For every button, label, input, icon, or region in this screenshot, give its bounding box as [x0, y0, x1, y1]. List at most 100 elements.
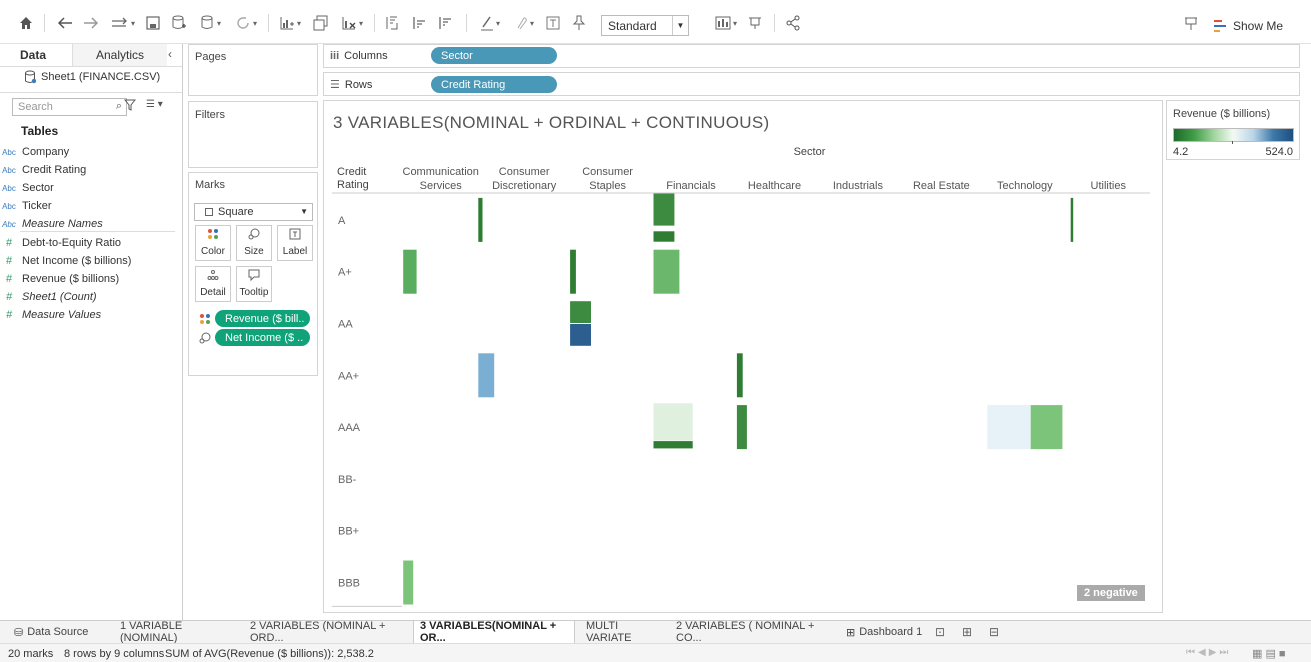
rows-shelf[interactable]: ☰ Rows Credit Rating: [323, 72, 1300, 96]
field-item[interactable]: # Measure Values: [6, 307, 101, 323]
show-labels-icon[interactable]: [542, 12, 564, 34]
field-item[interactable]: # Debt-to-Equity Ratio: [6, 235, 121, 251]
heatmap-mark[interactable]: [1070, 197, 1074, 242]
save-icon[interactable]: [142, 12, 164, 34]
sheet-tab-label: 3 VARIABLES(NOMINAL + OR...: [420, 620, 557, 644]
field-item[interactable]: Abc Measure Names: [2, 216, 103, 232]
sheet-navigation-icons[interactable]: ⏮◀▶⏭: [1186, 647, 1231, 658]
filter-fields-icon[interactable]: [123, 99, 137, 114]
swap-icon[interactable]: ▾: [108, 12, 138, 34]
legend-min: 4.2: [1173, 146, 1189, 158]
heatmap-mark[interactable]: [478, 197, 483, 242]
badge-label: 2 negative: [1084, 587, 1138, 599]
group-members-icon[interactable]: ▾: [508, 12, 540, 34]
sheet-tab[interactable]: ⛁ Data Source: [8, 621, 108, 643]
status-bar: 20 marks 8 rows by 9 columns SUM of AVG(…: [0, 643, 1311, 662]
new-worksheet-icon[interactable]: ⊡: [935, 621, 955, 643]
collapse-pane-icon[interactable]: ‹: [168, 47, 172, 61]
heatmap-mark[interactable]: [570, 301, 591, 323]
field-item[interactable]: # Sheet1 (Count): [6, 289, 97, 305]
net-income-size-pill[interactable]: Net Income ($ ..: [215, 329, 310, 346]
new-dashboard-icon[interactable]: ⊞: [962, 621, 982, 643]
heatmap-mark[interactable]: [653, 441, 693, 449]
heatmap-mark[interactable]: [653, 403, 693, 441]
heatmap-mark[interactable]: [570, 249, 576, 294]
color-encoding-icon: [199, 313, 211, 328]
tab-data[interactable]: Data: [20, 44, 46, 66]
sort-descending-icon[interactable]: [434, 12, 456, 34]
view-mode-icons[interactable]: ▦ ▤ ■: [1252, 647, 1286, 660]
heatmap-mark[interactable]: [736, 353, 743, 398]
heatmap-mark[interactable]: [478, 353, 495, 398]
detail-button[interactable]: Detail: [195, 266, 231, 302]
label-button[interactable]: Label: [277, 225, 313, 261]
heatmap-mark[interactable]: [403, 249, 417, 294]
field-item[interactable]: # Net Income ($ billions): [6, 253, 132, 269]
color-icon: [207, 228, 219, 243]
field-item[interactable]: Abc Credit Rating: [2, 162, 86, 178]
sheet-tab[interactable]: ⊞ Dashboard 1: [840, 621, 924, 643]
sheet-tab[interactable]: 2 VARIABLES ( NOMINAL + CO...: [670, 620, 834, 644]
revenue-color-pill[interactable]: Revenue ($ bill..: [215, 310, 310, 327]
tooltip-label: Tooltip: [239, 287, 269, 298]
sector-pill[interactable]: Sector: [431, 47, 557, 64]
heatmap-mark[interactable]: [653, 193, 675, 226]
sheet-tab[interactable]: 2 VARIABLES (NOMINAL + ORD...: [244, 620, 408, 644]
negative-indicator-badge[interactable]: 2 negative: [1077, 585, 1145, 601]
new-story-icon[interactable]: ⊟: [989, 621, 1009, 643]
show-me-button[interactable]: Show Me: [1214, 16, 1283, 36]
heatmap-mark[interactable]: [403, 560, 414, 605]
new-worksheet-icon[interactable]: ▾: [274, 12, 306, 34]
datasource-item[interactable]: Sheet1 (FINANCE.CSV): [24, 70, 160, 84]
size-button[interactable]: Size: [236, 225, 272, 261]
heatmap-mark[interactable]: [736, 405, 747, 450]
refresh-icon[interactable]: ▾: [230, 12, 262, 34]
field-item[interactable]: # Revenue ($ billions): [6, 271, 119, 287]
color-button[interactable]: Color: [195, 225, 231, 261]
field-item[interactable]: Abc Sector: [2, 180, 54, 196]
field-name: Company: [22, 146, 70, 158]
sheet-tab[interactable]: 3 VARIABLES(NOMINAL + OR...: [413, 620, 575, 644]
sheet-tab[interactable]: MULTI VARIATE: [580, 620, 666, 644]
dimension-type-icon: Abc: [2, 147, 16, 157]
share-icon[interactable]: [782, 12, 804, 34]
tooltip-icon[interactable]: [744, 12, 766, 34]
heatmap-mark[interactable]: [653, 249, 680, 294]
presenter-icon[interactable]: [1180, 12, 1202, 34]
heatmap-mark[interactable]: [987, 405, 1031, 450]
color-label: Color: [201, 246, 225, 257]
pages-card[interactable]: Pages: [188, 44, 318, 96]
heatmap-mark[interactable]: [1030, 405, 1063, 450]
new-datasource-icon[interactable]: [168, 12, 190, 34]
fit-dropdown[interactable]: Standard ▼: [601, 15, 689, 36]
swap-rows-columns-icon[interactable]: [382, 12, 404, 34]
pause-datasource-icon[interactable]: ▾: [196, 12, 226, 34]
duplicate-sheet-icon[interactable]: [310, 12, 332, 34]
pin-icon[interactable]: [568, 12, 590, 34]
undo-icon[interactable]: [54, 12, 76, 34]
credit-rating-pill[interactable]: Credit Rating: [431, 76, 557, 93]
clear-sheet-icon[interactable]: ▾: [336, 12, 368, 34]
sort-ascending-icon[interactable]: [408, 12, 430, 34]
mark-type-dropdown[interactable]: Square ▼: [194, 203, 313, 221]
heatmap-mark[interactable]: [570, 324, 591, 346]
view-options-icon[interactable]: ☰ ▾: [146, 99, 163, 110]
toolbar: ▾ ▾ ▾ ▾ ▾ ▾ ▾ Standard ▼ ▾ Show Me: [0, 0, 1311, 44]
heatmap-mark[interactable]: [653, 231, 675, 242]
home-icon[interactable]: [14, 12, 38, 34]
field-item[interactable]: Abc Company: [2, 144, 70, 160]
sheet-tab-label: 1 VARIABLE (NOMINAL): [120, 620, 183, 644]
search-input[interactable]: Search ⌕: [12, 98, 127, 116]
field-item[interactable]: Abc Ticker: [2, 198, 51, 214]
tab-analytics[interactable]: Analytics: [72, 44, 167, 66]
measure-type-icon: #: [5, 273, 13, 285]
presentation-view-icon[interactable]: ▾: [710, 12, 742, 34]
sheet-tab[interactable]: 1 VARIABLE (NOMINAL): [114, 620, 238, 644]
tooltip-button[interactable]: Tooltip: [236, 266, 272, 302]
columns-shelf[interactable]: iii Columns Sector: [323, 44, 1300, 68]
color-legend[interactable]: Revenue ($ billions) 4.2 524.0: [1166, 100, 1300, 160]
redo-icon[interactable]: [80, 12, 102, 34]
dashboard-icon: ⊞: [846, 626, 856, 639]
highlight-icon[interactable]: ▾: [474, 12, 506, 34]
filters-card[interactable]: Filters: [188, 101, 318, 168]
